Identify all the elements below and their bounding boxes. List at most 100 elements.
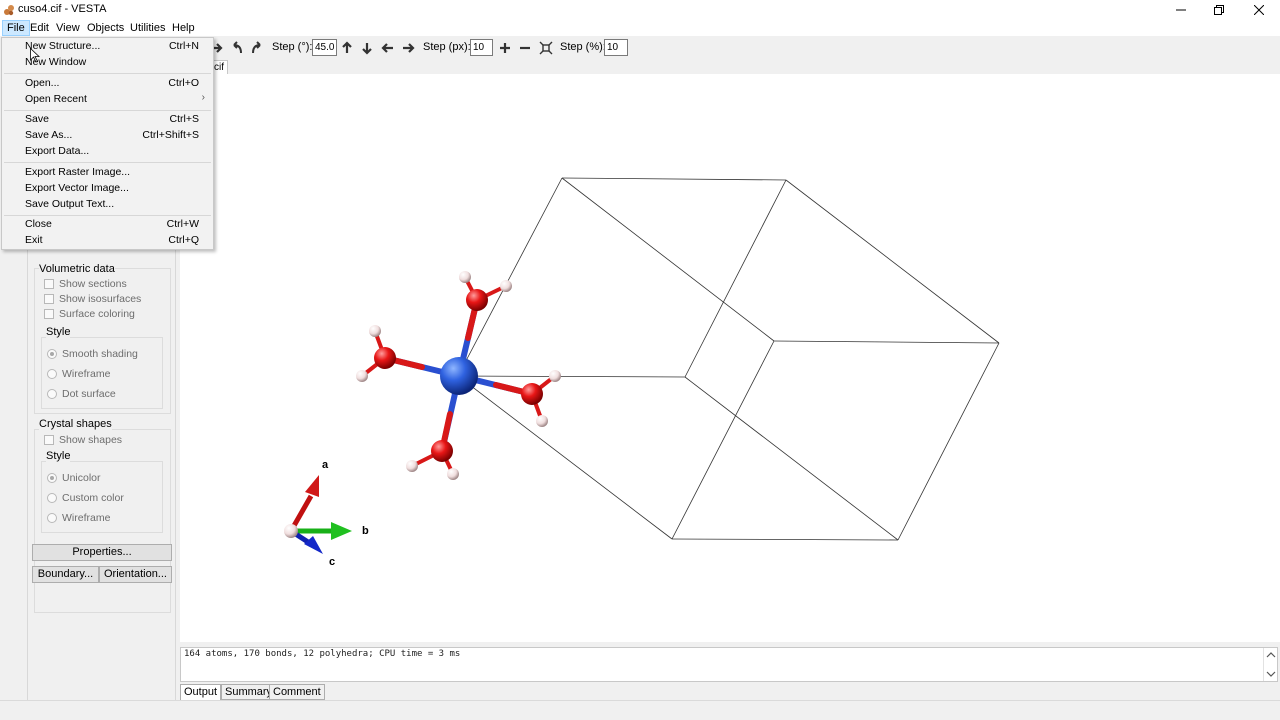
menu-close[interactable]: Close Ctrl+W <box>2 217 213 233</box>
tab-summary[interactable]: Summary <box>221 684 277 700</box>
plus-icon <box>500 43 510 53</box>
dot-surface-radio[interactable]: Dot surface <box>47 388 116 400</box>
radio-dot <box>47 473 57 483</box>
show-sections-checkbox[interactable]: Show sections <box>44 278 127 290</box>
wireframe-radio[interactable]: Wireframe <box>47 368 110 380</box>
menu-edit[interactable]: Edit <box>26 20 53 36</box>
translate-down-button[interactable] <box>359 40 375 56</box>
fit-screen-icon <box>539 41 553 55</box>
minimize-icon <box>1176 9 1186 11</box>
orientation-button[interactable]: Orientation... <box>99 566 172 583</box>
axis-a-label: a <box>322 459 329 471</box>
oxygen-atom <box>466 289 488 311</box>
output-text: 164 atoms, 170 bonds, 12 polyhedra; CPU … <box>184 649 461 659</box>
surface-coloring-label: Surface coloring <box>59 308 135 320</box>
crystal-wireframe-label: Wireframe <box>62 512 111 524</box>
show-sections-label: Show sections <box>59 278 127 290</box>
tab-output[interactable]: Output <box>180 684 222 700</box>
hydrogen-atom <box>447 468 459 480</box>
dot-surface-label: Dot surface <box>62 388 116 400</box>
translate-right-button[interactable] <box>400 40 416 56</box>
arrow-down-icon <box>362 43 372 55</box>
minimize-button[interactable] <box>1162 0 1200 20</box>
step-degree-label: Step (°): <box>272 41 313 53</box>
arrow-right-icon <box>403 43 415 53</box>
restore-icon <box>1214 5 1224 15</box>
oxygen-atom <box>374 347 396 369</box>
radio-dot <box>47 349 57 359</box>
menu-open-recent[interactable]: Open Recent › <box>2 92 213 108</box>
step-degree-input[interactable]: 45.0 <box>312 39 337 56</box>
unit-cell <box>457 177 1000 541</box>
scroll-down-icon <box>1266 671 1276 677</box>
arrow-up-icon <box>342 41 352 53</box>
checkbox-box <box>44 294 54 304</box>
properties-button[interactable]: Properties... <box>32 544 172 561</box>
zoom-in-button[interactable] <box>497 40 513 56</box>
menu-separator <box>4 215 211 216</box>
mouse-cursor-icon <box>30 48 40 63</box>
rotate-cw-button[interactable] <box>249 40 265 56</box>
arrow-left-icon <box>381 43 393 53</box>
menu-view[interactable]: View <box>52 20 84 36</box>
smooth-shading-label: Smooth shading <box>62 348 138 360</box>
step-px-input[interactable]: 10 <box>470 39 493 56</box>
surface-coloring-checkbox[interactable]: Surface coloring <box>44 308 135 320</box>
checkbox-box <box>44 279 54 289</box>
menu-open[interactable]: Open... Ctrl+O <box>2 76 213 92</box>
axes-indicator: a b c <box>284 459 369 568</box>
custom-color-radio[interactable]: Custom color <box>47 492 124 504</box>
zoom-out-button[interactable] <box>517 40 533 56</box>
minus-icon <box>520 46 530 50</box>
file-menu-dropdown: New Structure... Ctrl+N New Window Open.… <box>1 37 214 250</box>
menu-objects[interactable]: Objects <box>83 20 128 36</box>
menu-bar: File Edit View Objects Utilities Help <box>0 20 1280 36</box>
menu-save[interactable]: Save Ctrl+S <box>2 112 213 128</box>
menu-save-as[interactable]: Save As... Ctrl+Shift+S <box>2 128 213 144</box>
menu-exit[interactable]: Exit Ctrl+Q <box>2 233 213 249</box>
unicolor-label: Unicolor <box>62 472 101 484</box>
translate-left-button[interactable] <box>380 40 396 56</box>
show-isosurfaces-checkbox[interactable]: Show isosurfaces <box>44 293 141 305</box>
hydrogen-atom <box>356 370 368 382</box>
axis-c-label: c <box>329 556 335 568</box>
smooth-shading-radio[interactable]: Smooth shading <box>47 348 138 360</box>
rotate-cw-icon <box>252 41 261 54</box>
axis-b-label: b <box>362 525 369 537</box>
step-px-label: Step (px): <box>423 41 471 53</box>
volumetric-data-title: Volumetric data <box>39 263 115 275</box>
menu-export-raster[interactable]: Export Raster Image... <box>2 165 213 181</box>
show-shapes-checkbox[interactable]: Show shapes <box>44 434 122 446</box>
window-title: cuso4.cif - VESTA <box>18 3 107 15</box>
radio-dot <box>47 513 57 523</box>
restore-button[interactable] <box>1200 0 1238 20</box>
menu-help[interactable]: Help <box>168 20 199 36</box>
crystal-wireframe-radio[interactable]: Wireframe <box>47 512 110 524</box>
unicolor-radio[interactable]: Unicolor <box>47 472 101 484</box>
wireframe-label: Wireframe <box>62 368 111 380</box>
structure-canvas: a b c <box>284 177 1000 568</box>
close-icon <box>1254 5 1264 15</box>
menu-separator <box>4 110 211 111</box>
output-text-area[interactable]: 164 atoms, 170 bonds, 12 polyhedra; CPU … <box>180 647 1278 682</box>
output-scrollbar[interactable] <box>1263 648 1277 681</box>
boundary-button[interactable]: Boundary... <box>32 566 99 583</box>
close-window-button[interactable] <box>1240 0 1278 20</box>
menu-export-data[interactable]: Export Data... <box>2 144 213 160</box>
copper-atom <box>440 357 478 395</box>
menu-save-output-text[interactable]: Save Output Text... <box>2 197 213 213</box>
menu-separator <box>4 73 211 74</box>
fit-to-screen-button[interactable] <box>538 40 554 56</box>
oxygen-atom <box>431 440 453 462</box>
hydrogen-atom <box>549 370 561 382</box>
hydrogen-atom <box>500 280 512 292</box>
radio-dot <box>47 493 57 503</box>
checkbox-box <box>44 309 54 319</box>
structure-viewer[interactable]: a b c <box>180 74 1280 642</box>
rotate-ccw-button[interactable] <box>229 40 245 56</box>
menu-utilities[interactable]: Utilities <box>126 20 169 36</box>
tab-comment[interactable]: Comment <box>269 684 325 700</box>
translate-up-button[interactable] <box>339 40 355 56</box>
step-percent-input[interactable]: 10 <box>604 39 628 56</box>
menu-export-vector[interactable]: Export Vector Image... <box>2 181 213 197</box>
